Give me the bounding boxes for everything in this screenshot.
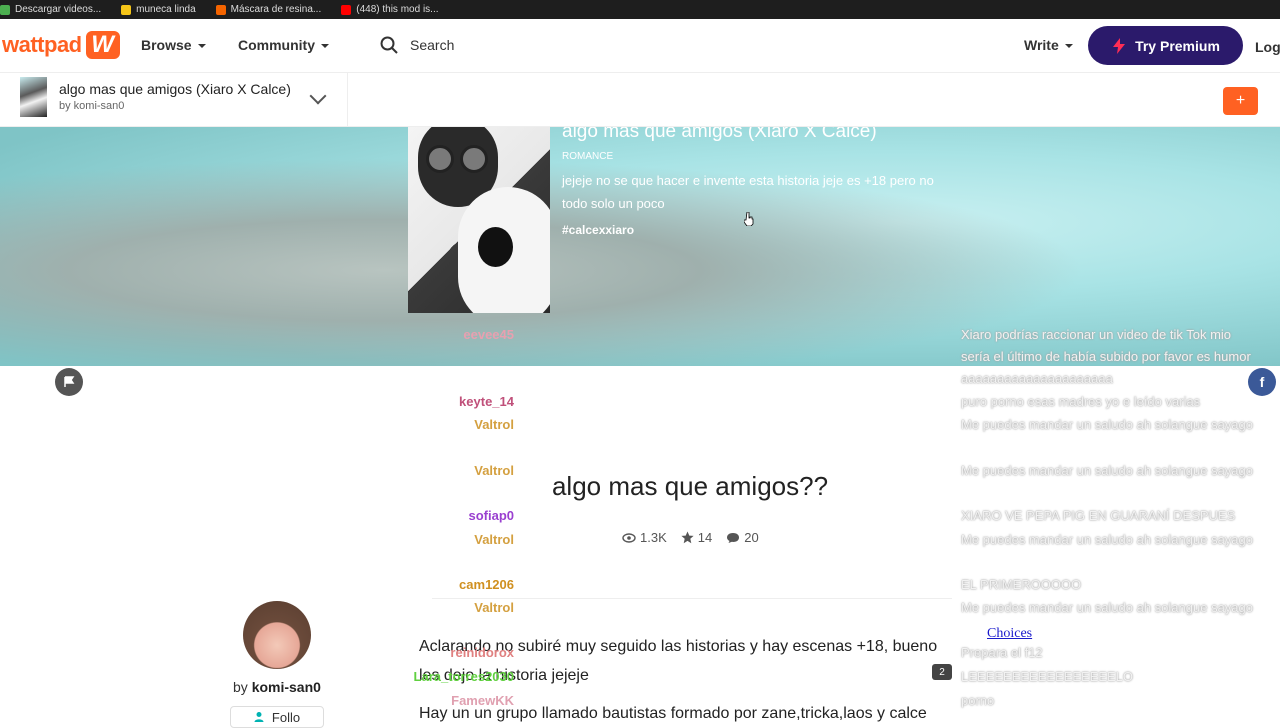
logo-mark-icon: W	[85, 31, 120, 59]
story-author[interactable]: by komi-san0	[59, 100, 124, 112]
chat-badge: 2	[932, 664, 952, 680]
chevron-down-icon	[1064, 44, 1073, 48]
bookmark-label: Máscara de resina...	[230, 4, 322, 15]
chat-username: Lara_torres2030	[413, 669, 514, 684]
hand-cursor-icon	[744, 212, 754, 226]
search-icon	[380, 36, 398, 54]
banner-genre[interactable]: ROMANCE	[562, 151, 613, 162]
bookmark-label: Descargar videos...	[15, 4, 102, 15]
chat-text: Prepara el f12	[961, 645, 1043, 660]
banner-tag[interactable]: #calcexxiaro	[562, 223, 634, 237]
search-placeholder: Search	[410, 37, 455, 53]
bookmark[interactable]: Máscara de resina...	[215, 4, 322, 15]
community-menu[interactable]: Community	[238, 37, 329, 53]
bookmark[interactable]: muneca linda	[121, 4, 196, 15]
browse-menu[interactable]: Browse	[141, 37, 206, 53]
story-title[interactable]: algo mas que amigos (Xiaro X Calce)	[59, 81, 291, 97]
community-label: Community	[238, 37, 315, 53]
banner-description: jejeje no se que hacer e invente esta hi…	[562, 173, 934, 211]
chat-username: FamewKK	[451, 693, 514, 708]
bookmark-label: (448) this mod is...	[356, 4, 439, 15]
cover-glasses	[460, 145, 488, 173]
login-link[interactable]: Log	[1255, 39, 1280, 55]
logo-text: wattpad	[2, 32, 82, 57]
bookmark[interactable]: (448) this mod is...	[341, 4, 439, 15]
views-stat: 1.3K	[622, 530, 667, 545]
chat-username: Valtrol	[474, 600, 514, 615]
premium-label: Try Premium	[1135, 37, 1220, 54]
chat-username: eevee45	[463, 327, 514, 342]
chat-text: porno	[961, 693, 995, 708]
cover-ghost-eye	[478, 227, 513, 267]
comments-count: 20	[744, 530, 759, 545]
story-thumbnail[interactable]	[20, 77, 47, 117]
write-label: Write	[1024, 37, 1059, 53]
chat-username: Valtrol	[474, 463, 514, 478]
search-input[interactable]: Search	[380, 36, 454, 54]
add-user-icon	[254, 712, 264, 722]
youtube-icon	[341, 4, 352, 15]
follow-button[interactable]: Follo	[230, 706, 324, 728]
chevron-down-icon	[321, 44, 329, 48]
choices-link[interactable]: Choices	[987, 626, 1032, 642]
chat-username: Valtrol	[474, 417, 514, 432]
chat-text: EL PRIMEROOOOO	[961, 577, 1082, 592]
add-to-library-button[interactable]: +	[1223, 87, 1258, 115]
lightning-icon	[1113, 37, 1126, 54]
wattpad-logo[interactable]: wattpad W	[2, 31, 120, 59]
bookmarks-bar: Descargar videos... muneca linda Máscara…	[0, 0, 1280, 19]
top-navigation: wattpad W Browse Community Search Write …	[0, 19, 1280, 73]
votes-count: 14	[697, 530, 713, 545]
chat-text: Xiaro podrías raccionar un video de tik …	[961, 327, 1251, 386]
divider	[347, 73, 348, 127]
chat-text: Me puedes mandar un saludo ah solangue s…	[961, 417, 1253, 432]
eye-icon	[622, 532, 636, 543]
flag-icon	[64, 376, 75, 387]
author-byline: by komi-san0	[233, 679, 321, 695]
chat-username: reinidorox	[450, 645, 514, 660]
chapter-stats: 1.3K 14 20	[622, 530, 759, 545]
chat-username: cam1206	[459, 577, 514, 592]
write-menu[interactable]: Write	[1024, 37, 1073, 53]
chevron-down-icon	[197, 44, 206, 48]
download-icon	[0, 4, 10, 15]
chat-text: Me puedes mandar un saludo ah solangue s…	[961, 532, 1253, 547]
cover-glasses	[426, 145, 454, 173]
chat-text: Me puedes mandar un saludo ah solangue s…	[961, 463, 1253, 478]
author-name[interactable]: komi-san0	[252, 679, 321, 695]
banner-title: algo mas que amigos (Xiaro X Calce)	[562, 127, 877, 142]
views-count: 1.3K	[640, 530, 667, 545]
follow-label: Follo	[271, 709, 301, 725]
by-label: by	[233, 679, 248, 695]
story-bar: algo mas que amigos (Xiaro X Calce) by k…	[0, 73, 1280, 127]
chat-text: LEEEEEEEEEEEEEEEEELO	[961, 669, 1133, 684]
report-button[interactable]	[55, 368, 83, 396]
chat-username: keyte_14	[459, 394, 514, 409]
bookmark-label: muneca linda	[136, 4, 196, 15]
story-cover[interactable]	[408, 127, 550, 313]
votes-stat: 14	[681, 530, 712, 545]
chevron-down-icon[interactable]	[309, 87, 327, 105]
chat-text: Me puedes mandar un saludo ah solangue s…	[961, 600, 1253, 615]
star-icon	[681, 531, 694, 544]
comments-stat: 20	[726, 530, 759, 545]
browse-label: Browse	[141, 37, 192, 53]
chat-text: XIARO VE PEPA PIG EN GUARANÍ DESPUES	[961, 508, 1236, 523]
chat-username: sofiap0	[468, 508, 514, 523]
try-premium-button[interactable]: Try Premium	[1088, 26, 1243, 65]
star-burst-icon	[121, 4, 132, 15]
etsy-icon	[215, 4, 226, 15]
avatar[interactable]	[243, 601, 311, 669]
bookmark[interactable]: Descargar videos...	[0, 4, 101, 15]
chat-text: puro porno esas madres yo e leído varias	[961, 394, 1201, 409]
chat-username: Valtrol	[474, 532, 514, 547]
comment-icon	[727, 532, 740, 543]
